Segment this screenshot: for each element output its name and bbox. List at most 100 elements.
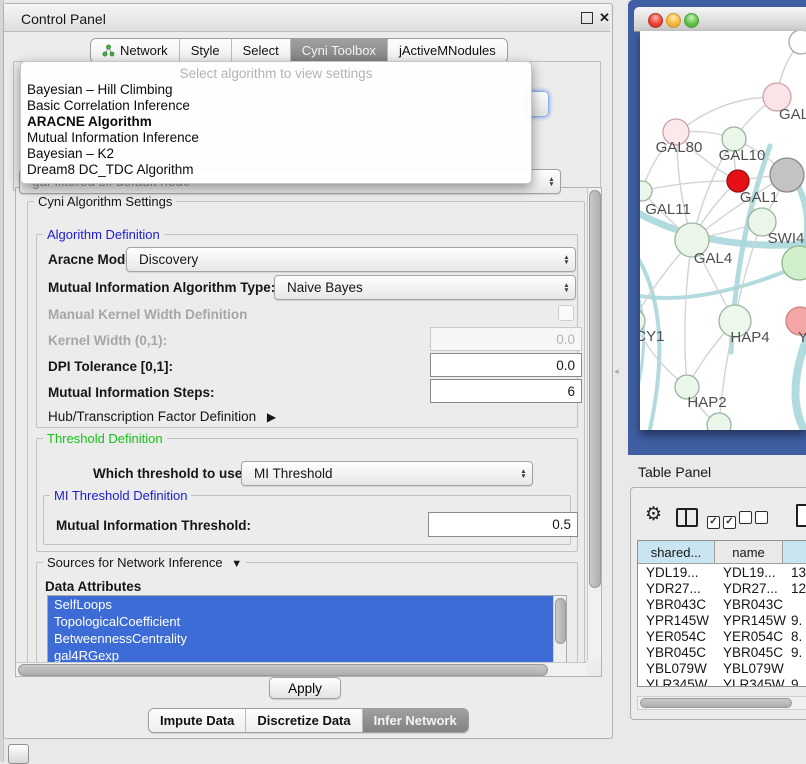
teal-edge [640, 265, 801, 298]
settings-vscrollbar[interactable] [587, 188, 601, 661]
table-cell[interactable]: YPR145W [638, 612, 714, 628]
table-row[interactable]: YLR345WYLR345W9. [638, 676, 806, 686]
bottom-tab-impute-data[interactable]: Impute Data [149, 709, 246, 732]
table-cell[interactable]: YBL079W [638, 660, 714, 676]
menu-item-mutual-information-inference[interactable]: Mutual Information Inference [21, 130, 531, 146]
table-cell[interactable]: YER054C [715, 628, 782, 644]
settings-hscrollbar[interactable] [16, 662, 587, 676]
table-cell[interactable]: YDR27... [638, 580, 714, 596]
node-label-gal1-red: GAL1 [740, 189, 778, 206]
table-cell[interactable]: YBR045C [638, 644, 714, 660]
settings-hscrollbar-thumb[interactable] [18, 664, 548, 676]
menu-item-dream8-dc-tdc-algorithm[interactable]: Dream8 DC_TDC Algorithm [21, 162, 531, 178]
zoom-window-icon[interactable] [684, 13, 699, 28]
table-cell[interactable]: YPR145W [715, 612, 782, 628]
kernel-width-field[interactable]: 0.0 [430, 327, 582, 351]
which-threshold-combobox[interactable]: MI Threshold ▲▼ [241, 461, 533, 486]
minimized-panel-icon[interactable] [8, 744, 29, 764]
table-hscrollbar[interactable] [637, 696, 806, 710]
list-vscrollbar-thumb[interactable] [555, 598, 566, 644]
table-cell[interactable]: YDR27... [715, 580, 782, 596]
table-cell[interactable]: YLR345W [715, 676, 782, 686]
aracne-mode-combobox[interactable]: Discovery ▲▼ [126, 247, 576, 272]
split-columns-icon[interactable] [676, 508, 698, 527]
document-icon[interactable] [796, 504, 806, 527]
table-row[interactable]: YDL19...YDL19...13 [638, 564, 806, 580]
tab-network[interactable]: Network [91, 39, 180, 62]
table-cell[interactable]: 9. [783, 644, 806, 660]
apply-button[interactable]: Apply [269, 677, 341, 699]
close-window-icon[interactable] [648, 13, 663, 28]
table-row[interactable]: YBR043CYBR043C [638, 596, 806, 612]
select-none-boxes-icon[interactable] [739, 511, 771, 529]
table-cell[interactable]: YDL19... [715, 564, 782, 580]
table-cell[interactable]: 13 [783, 564, 806, 580]
table-cell[interactable] [783, 596, 806, 612]
column-header-name[interactable]: name [715, 541, 783, 563]
table-cell[interactable]: 9. [783, 676, 806, 686]
stepper-arrows-icon: ▲▼ [558, 255, 575, 265]
menu-item-basic-correlation-inference[interactable]: Basic Correlation Inference [21, 98, 531, 114]
table-cell[interactable]: YER054C [638, 628, 714, 644]
list-vscrollbar[interactable] [553, 596, 566, 662]
settings-vscrollbar-thumb[interactable] [589, 190, 601, 588]
gray-edge [642, 181, 738, 191]
tab-style[interactable]: Style [180, 39, 232, 62]
tab-cyni-toolbox[interactable]: Cyni Toolbox [291, 39, 388, 62]
manual-kernel-checkbox[interactable] [558, 305, 574, 321]
mi-threshold-label: Mutual Information Threshold: [56, 518, 251, 533]
close-panel-icon[interactable]: ✕ [599, 10, 610, 26]
stepper-arrows-icon: ▲▼ [543, 177, 560, 187]
gear-icon[interactable]: ⚙ [645, 503, 662, 526]
tab-select[interactable]: Select [232, 39, 291, 62]
table-cell[interactable]: 12 [783, 580, 806, 596]
table-row[interactable]: YDR27...YDR27...12 [638, 580, 806, 596]
mi-threshold-field[interactable]: 0.5 [428, 512, 578, 537]
table-cell[interactable]: 8. [783, 628, 806, 644]
hub-definition-toggle[interactable]: Hub/Transcription Factor Definition ▶ [48, 409, 276, 424]
table-cell[interactable]: YBR045C [715, 644, 782, 660]
table-cell[interactable] [783, 660, 806, 676]
table-cell[interactable]: YDL19... [638, 564, 714, 580]
node-bottom-partial[interactable] [707, 413, 731, 430]
column-header-shared[interactable]: shared... [638, 541, 715, 563]
network-window-titlebar[interactable] [634, 7, 806, 32]
select-all-checked-icon[interactable]: ✓✓ [707, 511, 739, 529]
table-cell[interactable]: YBR043C [638, 596, 714, 612]
bottom-tab-infer-network[interactable]: Infer Network [363, 709, 468, 732]
attribute-item-topologicalcoefficient[interactable]: TopologicalCoefficient [48, 613, 553, 630]
table-cell[interactable]: YBL079W [715, 660, 782, 676]
which-threshold-label: Which threshold to use: [93, 466, 247, 481]
table-cell[interactable]: YBR043C [715, 596, 782, 612]
table-row[interactable]: YPR145WYPR145W9. [638, 612, 806, 628]
menu-item-bayesian-hill-climbing[interactable]: Bayesian – Hill Climbing [21, 82, 531, 98]
float-window-icon[interactable] [581, 12, 593, 24]
table-row[interactable]: YER054CYER054C8. [638, 628, 806, 644]
dpi-tolerance-field[interactable]: 0.0 [430, 353, 582, 377]
sources-group-title[interactable]: Sources for Network Inference ▼ [43, 555, 246, 570]
network-icon [102, 44, 115, 57]
attribute-item-betweennesscentrality[interactable]: BetweennessCentrality [48, 630, 553, 647]
splitter-handle[interactable]: ◂ [614, 366, 619, 377]
menu-item-bayesian-k2[interactable]: Bayesian – K2 [21, 146, 531, 162]
node-unlabeled-big-green[interactable] [782, 246, 806, 280]
bottom-tab-discretize-data[interactable]: Discretize Data [246, 709, 362, 732]
node-gal11[interactable] [640, 181, 652, 201]
table-cell[interactable]: YLR345W [638, 676, 714, 686]
node-label-swi4: SWI4 [768, 230, 805, 247]
table-row[interactable]: YBL079WYBL079W [638, 660, 806, 676]
table-hscrollbar-thumb[interactable] [640, 698, 792, 708]
node-unlabeled-top[interactable] [789, 31, 806, 54]
minimize-window-icon[interactable] [666, 13, 681, 28]
table-cell[interactable]: 9. [783, 612, 806, 628]
node-unlabeled-gray[interactable] [770, 158, 804, 192]
table-row[interactable]: YBR045CYBR045C9. [638, 644, 806, 660]
mi-type-combobox[interactable]: Naive Bayes ▲▼ [274, 275, 576, 300]
network-canvas[interactable]: GALGAL80GAL10GAL1GAL11SWI4GAL4GCY1HAP4YH… [640, 31, 806, 430]
menu-item-aracne-algorithm[interactable]: ARACNE Algorithm [21, 114, 531, 130]
data-attributes-list[interactable]: SelfLoopsTopologicalCoefficientBetweenne… [47, 595, 567, 665]
attribute-item-selfloops[interactable]: SelfLoops [48, 596, 553, 613]
column-header-2[interactable] [783, 541, 806, 563]
tab-jactivemnodules[interactable]: jActiveMNodules [388, 39, 507, 62]
mi-steps-field[interactable]: 6 [430, 379, 582, 403]
